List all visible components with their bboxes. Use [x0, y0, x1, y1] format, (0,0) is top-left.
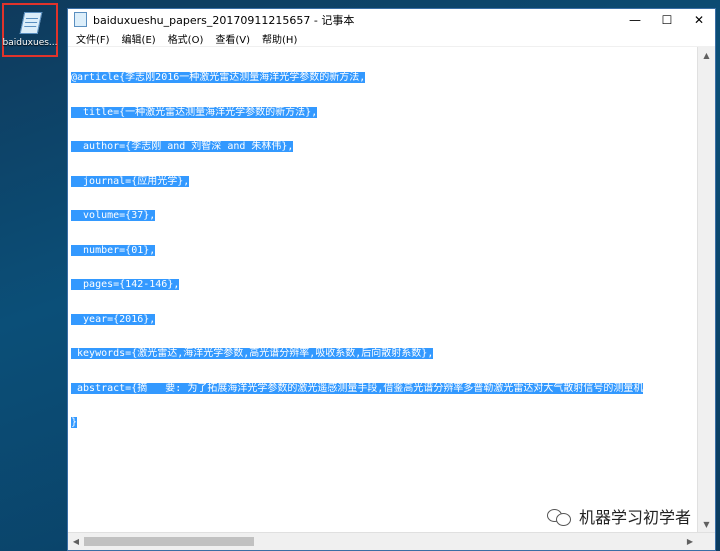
- editor-line: @article{李志刚2016一种激光雷达测量海洋光学参数的新方法,: [71, 72, 366, 83]
- editor-line: volume={37},: [71, 210, 156, 221]
- scroll-corner: [698, 533, 715, 550]
- desktop-file-icon[interactable]: baiduxues...: [2, 3, 58, 57]
- editor-line: author={李志刚 and 刘智深 and 朱林伟},: [71, 141, 294, 152]
- editor-line: year={2016},: [71, 313, 156, 325]
- editor-line: title={一种激光雷达测量海洋光学参数的新方法},: [71, 106, 318, 118]
- watermark: 机器学习初学者: [546, 504, 691, 528]
- wechat-icon: [546, 507, 571, 526]
- window-title: baiduxueshu_papers_20170911215657 - 记事本: [93, 13, 355, 27]
- menu-format[interactable]: 格式(O): [162, 31, 210, 46]
- menu-edit[interactable]: 编辑(E): [116, 31, 162, 46]
- menu-help[interactable]: 帮助(H): [256, 31, 303, 46]
- editor-line: journal={应用光学},: [71, 175, 190, 187]
- editor-line: abstract={摘 要: 为了拓展海洋光学参数的激光遥感测量手段,借鉴高光谱…: [71, 382, 644, 394]
- desktop-file-label: baiduxues...: [2, 38, 58, 48]
- horizontal-scrollbar[interactable]: ◀ ▶: [68, 532, 715, 550]
- notepad-window: baiduxueshu_papers_20170911215657 - 记事本 …: [67, 8, 716, 551]
- scroll-up-icon[interactable]: ▲: [698, 47, 715, 63]
- maximize-button[interactable]: ☐: [651, 9, 683, 30]
- close-button[interactable]: ✕: [683, 9, 715, 30]
- text-editor[interactable]: @article{李志刚2016一种激光雷达测量海洋光学参数的新方法, titl…: [68, 47, 697, 532]
- editor-line: pages={142-146},: [71, 279, 180, 290]
- menu-file[interactable]: 文件(F): [70, 31, 116, 46]
- editor-line: }: [71, 417, 78, 428]
- menu-bar: 文件(F) 编辑(E) 格式(O) 查看(V) 帮助(H): [68, 30, 715, 47]
- scroll-track[interactable]: [84, 533, 682, 550]
- menu-view[interactable]: 查看(V): [209, 31, 256, 46]
- editor-line: number={01},: [71, 244, 156, 256]
- title-bar[interactable]: baiduxueshu_papers_20170911215657 - 记事本 …: [68, 9, 715, 30]
- editor-area: @article{李志刚2016一种激光雷达测量海洋光学参数的新方法, titl…: [68, 47, 715, 532]
- scroll-right-icon[interactable]: ▶: [682, 533, 698, 550]
- watermark-text: 机器学习初学者: [578, 508, 691, 527]
- scroll-thumb[interactable]: [84, 537, 254, 546]
- notepad-file-icon: [19, 10, 43, 34]
- editor-line: keywords={激光雷达,海洋光学参数,高光谱分辨率,吸收系数,后向散射系数…: [71, 348, 434, 359]
- scroll-down-icon[interactable]: ▼: [698, 516, 715, 532]
- scroll-left-icon[interactable]: ◀: [68, 533, 84, 550]
- vertical-scrollbar[interactable]: ▲ ▼: [697, 47, 715, 532]
- minimize-button[interactable]: —: [619, 9, 651, 30]
- notepad-app-icon: [74, 12, 87, 27]
